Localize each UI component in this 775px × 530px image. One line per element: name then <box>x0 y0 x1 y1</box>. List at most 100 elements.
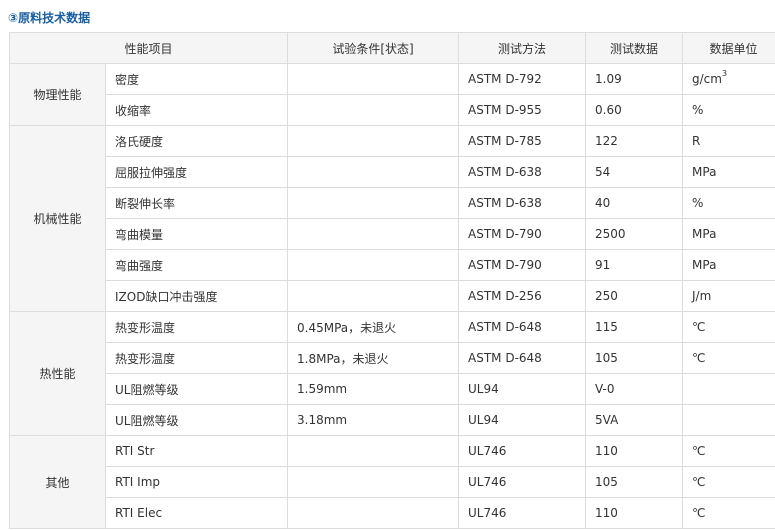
cell-item: 热变形温度 <box>104 311 289 343</box>
table-row: 热性能 热变形温度 0.45MPa，未退火 ASTM D-648 115 ℃ <box>9 311 775 436</box>
column-header-item: 性能项目 <box>8 32 289 64</box>
cell-condition <box>287 63 460 95</box>
table-row: 屈服拉伸强度 ASTM D-638 54 MPa <box>10 156 775 188</box>
group-label: 热性能 <box>9 311 106 436</box>
cell-item: RTI Imp <box>104 466 289 498</box>
cell-value: 115 <box>585 311 684 343</box>
tech-data-table: 性能项目 试验条件[状态] 测试方法 测试数据 数据单位 物理性能 密度 ASTM … <box>8 32 775 529</box>
cell-condition: 0.45MPa，未退火 <box>287 311 460 343</box>
cell-item: UL阻燃等级 <box>104 373 289 405</box>
cell-unit: ℃ <box>682 497 775 529</box>
cell-condition <box>287 249 460 281</box>
cell-value: 1.09 <box>585 63 684 95</box>
cell-unit: g/cm3 <box>682 63 775 95</box>
table-row: IZOD缺口冲击强度 ASTM D-256 250 J/m <box>10 280 775 312</box>
cell-value: 91 <box>585 249 684 281</box>
unit-text: ℃ <box>692 475 706 489</box>
cell-unit: ℃ <box>682 342 775 374</box>
column-header-method: 测试方法 <box>458 32 587 64</box>
group-label: 其他 <box>9 435 106 529</box>
cell-value: 5VA <box>585 404 684 436</box>
cell-condition <box>287 187 460 219</box>
unit-superscript: 3 <box>721 69 728 78</box>
table-row: 热变形温度 1.8MPa，未退火 ASTM D-648 105 ℃ <box>10 342 775 374</box>
cell-method: UL94 <box>458 404 587 436</box>
table-row: 物理性能 密度 ASTM D-792 1.09 g/cm3 <box>9 63 775 126</box>
unit-text: ℃ <box>692 351 706 365</box>
cell-condition <box>287 94 460 126</box>
unit-text: MPa <box>692 165 717 179</box>
cell-method: ASTM D-792 <box>458 63 587 95</box>
cell-value: 40 <box>585 187 684 219</box>
cell-condition <box>287 156 460 188</box>
cell-method: ASTM D-790 <box>458 249 587 281</box>
cell-item: 断裂伸长率 <box>104 187 289 219</box>
cell-item: 弯曲模量 <box>104 218 289 250</box>
table-row: RTI Elec UL746 110 ℃ <box>10 497 775 529</box>
cell-condition <box>287 218 460 250</box>
section-heading: ③原料技术数据 <box>8 11 91 25</box>
column-header-condition: 试验条件[状态] <box>287 32 460 64</box>
cell-item: 屈服拉伸强度 <box>104 156 289 188</box>
cell-method: ASTM D-790 <box>458 218 587 250</box>
cell-condition <box>287 435 460 467</box>
cell-method: ASTM D-638 <box>458 187 587 219</box>
table-row: 断裂伸长率 ASTM D-638 40% <box>10 187 775 219</box>
table-row: 机械性能 洛氏硬度 ASTM D-785 122 R <box>9 125 775 312</box>
cell-unit: % <box>682 187 775 219</box>
column-header-unit: 数据单位 <box>682 32 775 64</box>
cell-method: ASTM D-955 <box>458 94 587 126</box>
unit-text: R <box>692 134 701 148</box>
unit-text: % <box>692 103 704 117</box>
cell-method: ASTM D-256 <box>458 280 587 312</box>
cell-value: 105 <box>585 466 684 498</box>
cell-method: ASTM D-648 <box>458 311 587 343</box>
cell-item: 收缩率 <box>104 94 289 126</box>
table-row: 收缩率 ASTM D-955 0.60% <box>10 94 775 126</box>
unit-text: ℃ <box>692 320 706 334</box>
cell-method: ASTM D-648 <box>458 342 587 374</box>
table-header: 性能项目 试验条件[状态] 测试方法 测试数据 数据单位 <box>8 32 775 64</box>
cell-method: UL94 <box>458 373 587 405</box>
group-label: 物理性能 <box>9 63 106 126</box>
cell-method: UL746 <box>458 466 587 498</box>
cell-method: UL746 <box>458 435 587 467</box>
cell-item: 洛氏硬度 <box>104 125 289 157</box>
cell-item: 热变形温度 <box>104 342 289 374</box>
cell-method: ASTM D-785 <box>458 125 587 157</box>
cell-value: 0.60 <box>585 94 684 126</box>
table-body: 物理性能 密度 ASTM D-792 1.09 g/cm3 收缩率 ASTM D-955 0.… <box>9 63 775 529</box>
unit-text: MPa <box>692 227 717 241</box>
cell-item: 密度 <box>104 63 289 95</box>
cell-value: 250 <box>585 280 684 312</box>
cell-unit: % <box>682 94 775 126</box>
unit-text: J/m <box>692 289 712 303</box>
cell-value: 105 <box>585 342 684 374</box>
cell-condition <box>287 466 460 498</box>
cell-method: ASTM D-638 <box>458 156 587 188</box>
unit-text: MPa <box>692 258 717 272</box>
cell-item: RTI Elec <box>104 497 289 529</box>
cell-unit <box>682 373 775 405</box>
cell-unit: MPa <box>682 218 775 250</box>
cell-value: 2500 <box>585 218 684 250</box>
cell-unit: ℃ <box>682 311 775 343</box>
unit-text: % <box>692 196 704 210</box>
table-row: 弯曲模量 ASTM D-790 2500 MPa <box>10 218 775 250</box>
cell-unit <box>682 404 775 436</box>
cell-condition <box>287 280 460 312</box>
cell-condition: 1.59mm <box>287 373 460 405</box>
unit-text: g/cm <box>692 72 722 86</box>
header-row: 性能项目 试验条件[状态] 测试方法 测试数据 数据单位 <box>8 32 775 64</box>
table-row: UL阻燃等级 3.18mm UL94 5VA <box>10 404 775 436</box>
cell-value: 122 <box>585 125 684 157</box>
cell-condition: 1.8MPa，未退火 <box>287 342 460 374</box>
table-row: RTI Imp UL746 105 ℃ <box>10 466 775 498</box>
cell-unit: MPa <box>682 249 775 281</box>
cell-unit: MPa <box>682 156 775 188</box>
cell-item: UL阻燃等级 <box>104 404 289 436</box>
cell-value: 110 <box>585 435 684 467</box>
cell-condition <box>287 125 460 157</box>
cell-method: UL746 <box>458 497 587 529</box>
cell-condition <box>287 497 460 529</box>
